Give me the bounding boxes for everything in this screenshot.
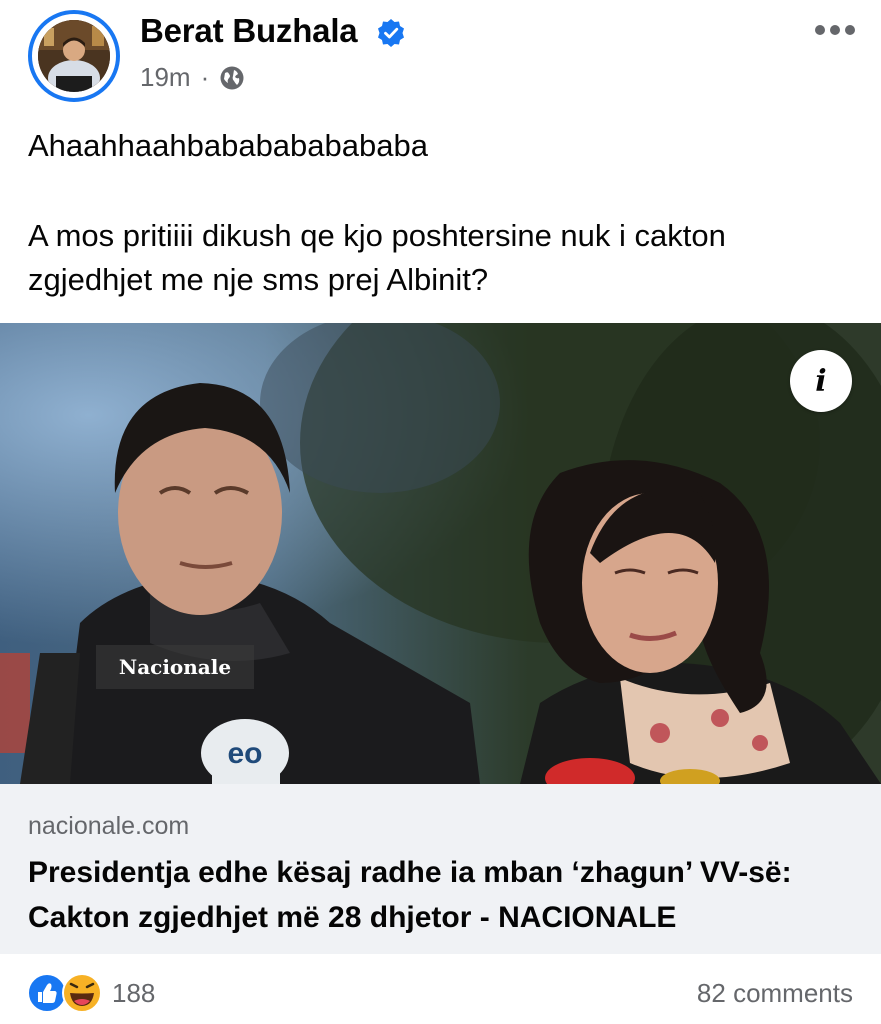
info-icon[interactable]: i <box>790 350 852 412</box>
verified-badge-icon <box>378 19 404 47</box>
reactions-icons[interactable] <box>26 972 106 1014</box>
meta-separator: · <box>200 62 210 92</box>
author-name[interactable]: Berat Buzhala <box>140 12 358 50</box>
avatar[interactable] <box>28 10 120 102</box>
link-preview-image[interactable]: eo <box>0 323 881 784</box>
link-domain[interactable]: nacionale.com <box>28 812 189 841</box>
post-text: Ahaahhaahbababababababa A mos pritiiii d… <box>28 124 858 302</box>
post-time[interactable]: 19m <box>140 62 191 93</box>
more-options-icon[interactable] <box>813 22 857 38</box>
like-icon <box>27 973 67 1013</box>
globe-icon[interactable] <box>219 65 245 91</box>
microphone-label: eo <box>227 737 262 770</box>
source-watermark: Nacionale <box>96 645 254 689</box>
post-meta: 19m · <box>140 62 245 93</box>
reaction-count[interactable]: 188 <box>112 978 155 1009</box>
avatar-photo <box>38 20 110 92</box>
post-text-line: Ahaahhaahbababababababa <box>28 128 428 163</box>
news-photo: eo <box>0 323 881 784</box>
link-headline[interactable]: Presidentja edhe kësaj radhe ia mban ‘zh… <box>28 850 863 940</box>
post-header: Berat Buzhala 19m · <box>0 0 881 110</box>
comments-count[interactable]: 82 comments <box>697 978 853 1009</box>
post-text-line: A mos pritiiii dikush qe kjo poshtersine… <box>28 218 726 297</box>
haha-icon <box>62 973 102 1013</box>
